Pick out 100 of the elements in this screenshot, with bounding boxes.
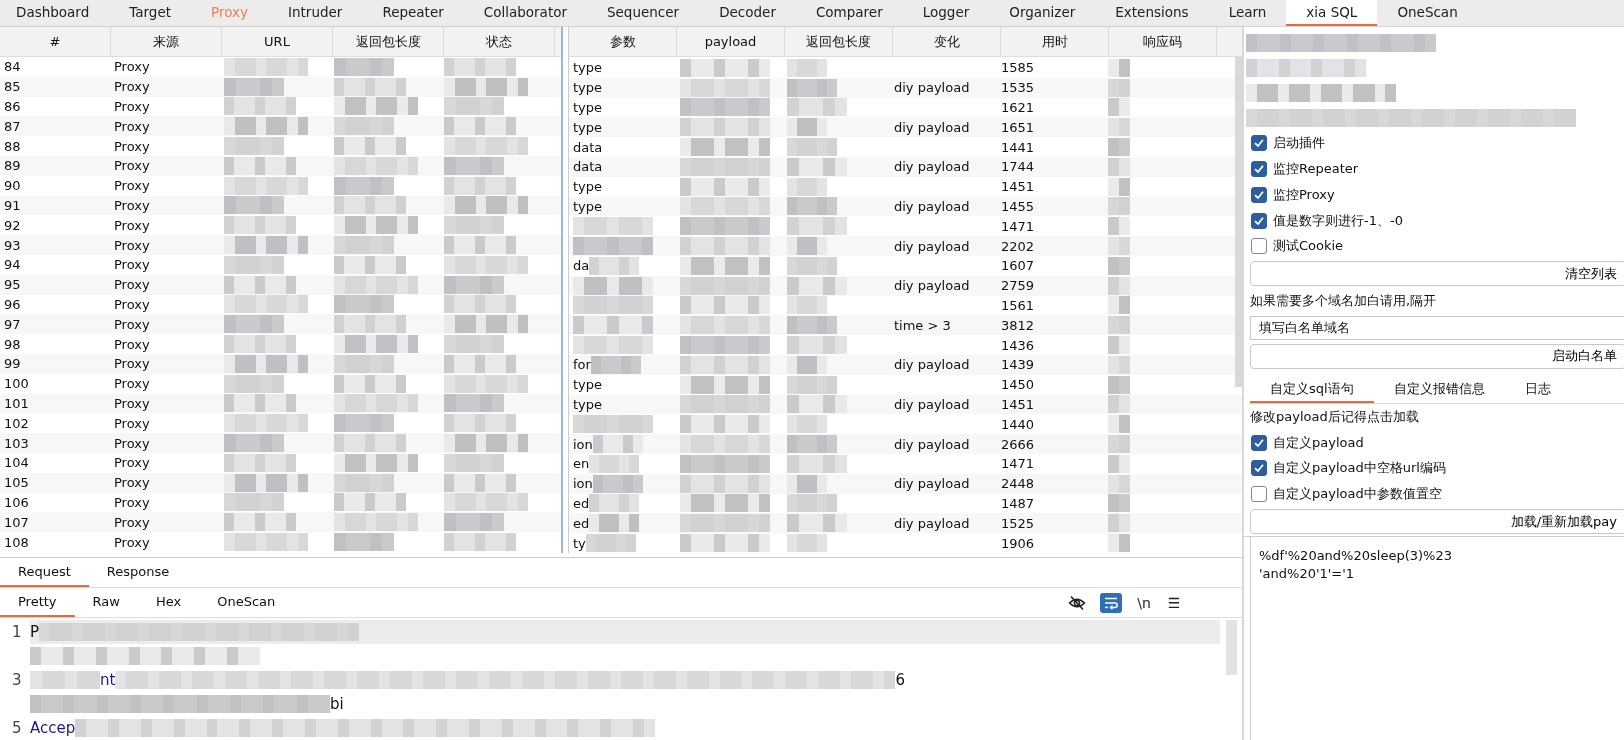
tab[interactable]: Repeater <box>362 0 464 26</box>
tab[interactable]: OneScan <box>1377 0 1478 26</box>
tab[interactable]: Target <box>109 0 191 26</box>
load-payload-button[interactable]: 加载/重新加载pay <box>1250 509 1624 534</box>
tab[interactable]: 自定义sql语句 <box>1250 376 1374 403</box>
table-cell-text: Proxy <box>113 295 151 314</box>
redaction-mosaic <box>787 316 837 335</box>
tab[interactable]: Hex <box>137 588 200 617</box>
line-number: 1 <box>11 623 23 641</box>
redaction-mosaic <box>334 473 394 492</box>
checkbox[interactable] <box>1251 135 1267 152</box>
tab[interactable]: Comparer <box>795 0 903 26</box>
scrollbar[interactable] <box>1226 620 1237 675</box>
checkbox-label: 监控Repeater <box>1273 159 1359 178</box>
redaction-mosaic <box>444 533 516 551</box>
tab[interactable]: Dashboard <box>0 0 110 26</box>
tab[interactable]: Decoder <box>699 0 796 26</box>
tab[interactable]: Collaborator <box>463 0 587 26</box>
tab[interactable]: Logger <box>902 0 990 26</box>
whitelist-field[interactable]: 填写白名单域名 <box>1250 316 1624 340</box>
table-cell-text: 100 <box>3 375 30 394</box>
column-header[interactable]: payload <box>677 27 785 56</box>
redaction-mosaic <box>1108 494 1130 513</box>
checkbox[interactable] <box>1251 460 1267 477</box>
table-cell-text: 93 <box>3 236 22 255</box>
code-text: nt <box>100 671 116 689</box>
tab[interactable]: Pretty <box>0 588 75 617</box>
column-header[interactable]: 状态 <box>444 27 555 56</box>
payload-text-area[interactable]: %df'%20and%20sleep(3)%23 'and%20'1'='1 <box>1250 537 1624 740</box>
table-cell: type <box>573 198 603 214</box>
tab[interactable]: Sequencer <box>587 0 700 26</box>
table-cell-text: 1451 <box>1000 178 1036 197</box>
whitelist-button[interactable]: 启动白名单 <box>1250 343 1624 369</box>
table-cell-text: diy payload <box>893 158 971 177</box>
table-cell-text: diy payload <box>893 395 971 414</box>
column-header[interactable]: 变化 <box>893 27 1001 56</box>
table-cell-text: Proxy <box>113 474 151 493</box>
checkbox-label: 监控Proxy <box>1273 185 1335 204</box>
table-cell-text: 103 <box>3 434 30 453</box>
redaction-mosaic <box>444 453 504 472</box>
checkbox[interactable] <box>1251 160 1267 177</box>
column-header[interactable]: 用时 <box>1001 27 1109 56</box>
redaction-mosaic <box>444 156 504 175</box>
checkbox[interactable] <box>1251 212 1267 229</box>
table-cell-text: 89 <box>3 157 22 176</box>
redaction-mosaic <box>1108 395 1130 414</box>
tab[interactable]: OneScan <box>199 588 294 617</box>
table-cell-text: Proxy <box>113 414 151 433</box>
column-header[interactable]: 返回包长度 <box>333 27 444 56</box>
column-header[interactable]: 响应码 <box>1109 27 1217 56</box>
table-cell-text: Proxy <box>113 236 151 255</box>
code-text: bi <box>330 695 344 713</box>
tab[interactable]: 日志 <box>1504 376 1571 403</box>
table-cell-text: 1471 <box>1000 217 1036 236</box>
column-header[interactable]: # <box>0 27 111 56</box>
table-cell-text: diy payload <box>893 79 971 98</box>
column-header[interactable]: 返回包长度 <box>785 27 893 56</box>
clear-list-button[interactable]: 清空列表 <box>1250 261 1624 287</box>
table-cell-text: 86 <box>3 98 22 116</box>
checkbox[interactable] <box>1251 486 1267 503</box>
table-cell-text: 1487 <box>1000 494 1036 513</box>
tab[interactable]: Raw <box>74 588 138 617</box>
tab[interactable]: Request <box>0 558 89 587</box>
redaction-mosaic <box>1108 276 1130 295</box>
code-text: Accep <box>30 719 76 737</box>
table-cell-text: diy payload <box>893 277 971 296</box>
column-header[interactable]: URL <box>222 27 333 56</box>
column-header[interactable]: 来源 <box>111 27 222 56</box>
table-cell-text: Proxy <box>113 78 151 97</box>
tab[interactable]: xia SQL <box>1286 0 1378 26</box>
redaction-mosaic <box>334 493 406 512</box>
table-cell-text: time > 3 <box>893 316 952 335</box>
checkbox[interactable] <box>1251 238 1267 255</box>
checkbox-label: 测试Cookie <box>1273 237 1344 256</box>
redaction-mosaic <box>334 196 406 215</box>
redaction-mosaic <box>787 58 827 77</box>
table-cell-text: 88 <box>3 137 22 156</box>
tab[interactable]: Extensions <box>1095 0 1209 26</box>
redaction-mosaic <box>444 335 504 354</box>
table-cell-text: 1744 <box>1000 158 1036 177</box>
wrap-lines-icon[interactable] <box>1100 592 1122 613</box>
checkbox[interactable] <box>1251 186 1267 203</box>
scrollbar[interactable] <box>1235 57 1242 387</box>
checkbox[interactable] <box>1251 434 1267 451</box>
tab[interactable]: Organizer <box>989 0 1096 26</box>
column-header[interactable]: 参数 <box>569 27 677 56</box>
code-text: 6 <box>895 671 905 689</box>
table-cell-text: Proxy <box>113 177 151 196</box>
menu-icon[interactable]: ☰ <box>1166 592 1182 613</box>
table-cell-text: 90 <box>3 177 22 196</box>
redaction-mosaic <box>589 494 640 513</box>
newline-toggle[interactable]: \n <box>1136 592 1152 613</box>
tab[interactable]: 自定义报错信息 <box>1373 376 1505 403</box>
table-cell: type <box>573 119 603 135</box>
redaction-mosaic <box>224 493 284 512</box>
table-cell-text: 85 <box>3 78 22 97</box>
tab[interactable]: Intruder <box>268 0 363 26</box>
table-cell-text: Proxy <box>113 434 151 453</box>
tab[interactable]: Response <box>88 558 188 587</box>
tab[interactable]: Learn <box>1208 0 1287 26</box>
